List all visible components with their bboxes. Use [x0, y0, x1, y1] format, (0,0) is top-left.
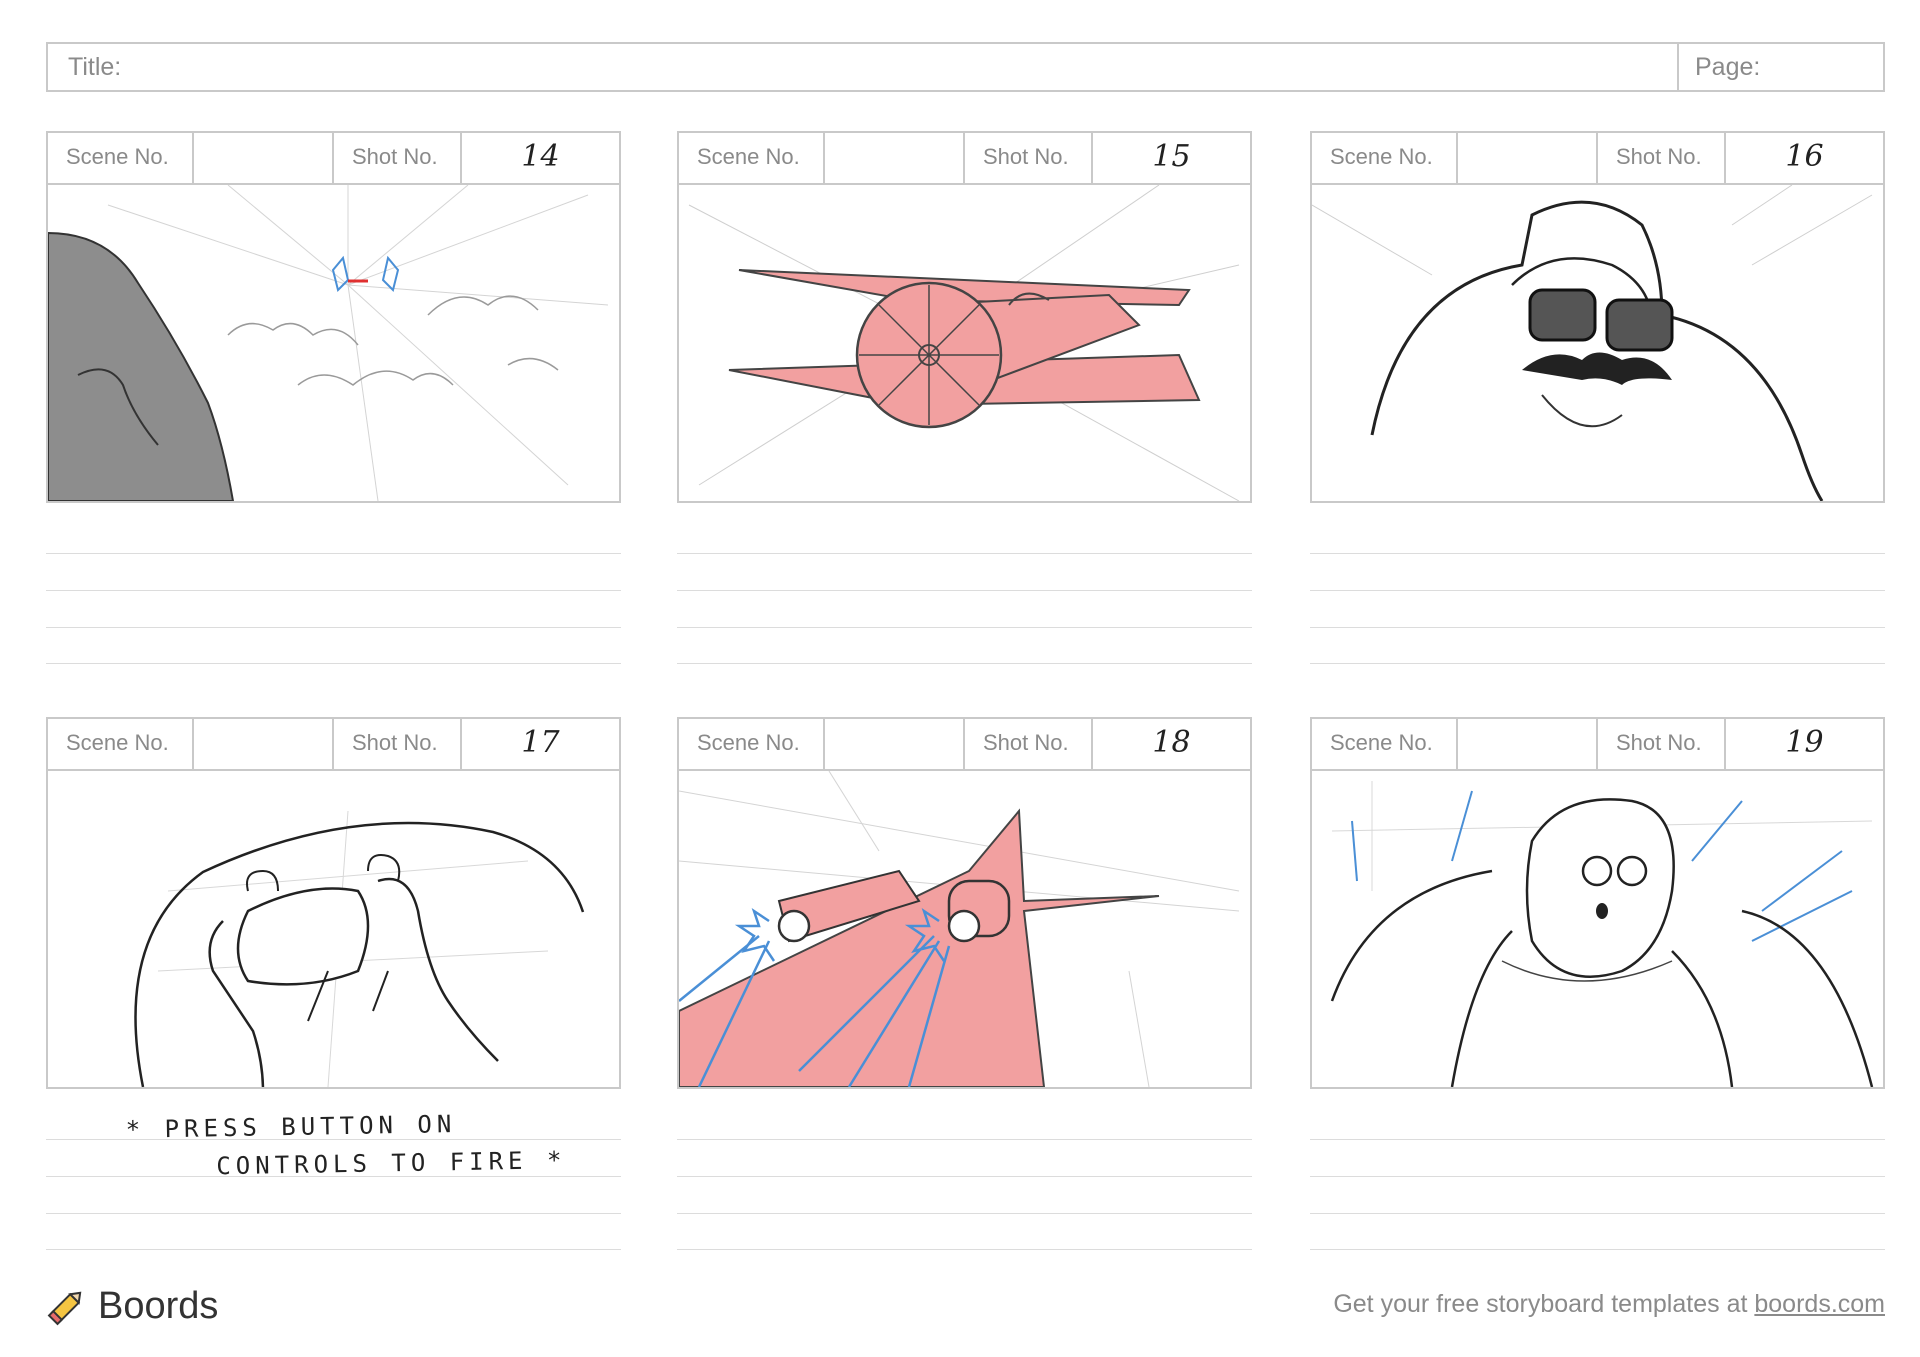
shot-number: 17 — [521, 725, 560, 760]
note-line-2: CONTROLS TO FIRE * — [216, 1146, 567, 1181]
scene-number — [1458, 133, 1598, 183]
storyboard-panel: Scene No. Shot No. 17 * PRESS BUTTON ON … — [46, 717, 621, 1250]
sketch-frame — [677, 183, 1252, 503]
brand-logo[interactable]: Boords — [46, 1285, 218, 1328]
scene-label: Scene No. — [1312, 133, 1458, 183]
shot-label: Shot No. — [1598, 719, 1726, 769]
title-label: Title: — [68, 53, 122, 81]
scene-label: Scene No. — [48, 133, 194, 183]
sketch-aerial-chase — [48, 185, 609, 501]
panel-header: Scene No. Shot No. 17 — [46, 717, 621, 769]
panel-header: Scene No. Shot No. 19 — [1310, 717, 1885, 769]
shot-label: Shot No. — [1598, 133, 1726, 183]
storyboard-panel: Scene No. Shot No. 14 — [46, 131, 621, 664]
shot-label: Shot No. — [334, 133, 462, 183]
panel-header: Scene No. Shot No. 18 — [677, 717, 1252, 769]
scene-label: Scene No. — [48, 719, 194, 769]
notes-lines — [1310, 503, 1885, 664]
brand-name: Boords — [98, 1285, 219, 1327]
notes-lines — [1310, 1089, 1885, 1250]
shot-number: 18 — [1152, 725, 1191, 760]
panel-header: Scene No. Shot No. 16 — [1310, 131, 1885, 183]
notes-lines: * PRESS BUTTON ON CONTROLS TO FIRE * — [46, 1089, 621, 1250]
page-label: Page: — [1677, 44, 1883, 90]
storyboard-panel: Scene No. Shot No. 18 — [677, 717, 1252, 1250]
shot-label: Shot No. — [965, 719, 1093, 769]
scene-number — [825, 719, 965, 769]
sketch-pilot-surprised — [1330, 781, 1874, 1087]
sketch-guns-firing — [679, 771, 1240, 1087]
scene-number — [825, 133, 965, 183]
storyboard-panel: Scene No. Shot No. 16 — [1310, 131, 1885, 664]
storyboard-panel: Scene No. Shot No. 19 — [1310, 717, 1885, 1250]
sketch-frame — [677, 769, 1252, 1089]
sketch-frame — [1310, 769, 1885, 1089]
shot-label: Shot No. — [334, 719, 462, 769]
sketch-pilot-goggles — [1312, 185, 1873, 501]
panel-header: Scene No. Shot No. 15 — [677, 131, 1252, 183]
scene-number — [194, 133, 334, 183]
sketch-hands-controller — [134, 810, 585, 1087]
scene-number — [1458, 719, 1598, 769]
shot-number: 16 — [1785, 139, 1824, 174]
scene-label: Scene No. — [679, 719, 825, 769]
handwritten-note: * PRESS BUTTON ON CONTROLS TO FIRE * — [125, 1103, 566, 1187]
shot-number: 19 — [1785, 725, 1824, 760]
scene-number — [194, 719, 334, 769]
notes-lines — [46, 503, 621, 664]
boords-link[interactable]: boords.com — [1754, 1290, 1885, 1318]
shot-label: Shot No. — [965, 133, 1093, 183]
panel-header: Scene No. Shot No. 14 — [46, 131, 621, 183]
footer-cta: Get your free storyboard templates at bo… — [1333, 1290, 1885, 1319]
notes-lines — [677, 1089, 1252, 1250]
notes-lines — [677, 503, 1252, 664]
scene-label: Scene No. — [1312, 719, 1458, 769]
pencil-icon — [47, 1291, 82, 1325]
sketch-frame — [1310, 183, 1885, 503]
shot-number: 15 — [1152, 139, 1191, 174]
sketch-red-biplane — [688, 185, 1240, 501]
cta-text: Get your free storyboard templates at — [1333, 1290, 1755, 1318]
shot-number: 14 — [521, 139, 560, 174]
title-bar: Title: Page: — [46, 42, 1885, 92]
scene-label: Scene No. — [679, 133, 825, 183]
sketch-frame — [46, 769, 621, 1089]
storyboard-panel: Scene No. Shot No. 15 — [677, 131, 1252, 664]
sketch-frame — [46, 183, 621, 503]
